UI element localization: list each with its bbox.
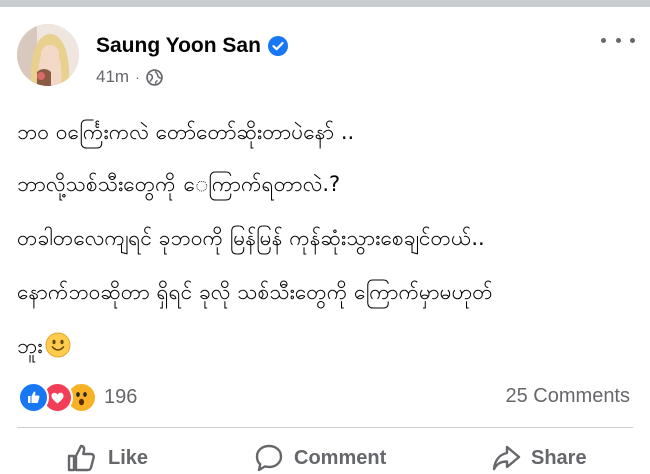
post-line: ဘဝ ဝင်္ကြေးကလဲ တော်တော်ဆိုးတာပဲနော် ..: [17, 120, 355, 144]
thumbs-up-icon: [67, 444, 95, 472]
comment-bubble-icon: [255, 444, 283, 472]
reaction-summary[interactable]: 196: [18, 382, 137, 413]
post-timestamp[interactable]: 41m: [96, 67, 129, 87]
post-line-last: ဘူး: [17, 324, 71, 369]
smiley-emoji-icon: [45, 332, 71, 358]
meta-separator: ·: [135, 69, 140, 85]
post-line: ဘာလို့သစ်သီးတွေကို ေကြာက်ရတာလဲ.?: [17, 172, 341, 196]
post-line: တခါတလေကျရင် ခုဘဝကို မြန်မြန် ကုန်ဆုံးသွာ…: [17, 226, 485, 250]
like-button[interactable]: Like: [66, 443, 148, 473]
top-divider-bar: [0, 0, 650, 7]
comment-count-link[interactable]: 25 Comments: [506, 385, 631, 408]
share-arrow-icon: [492, 445, 521, 471]
post-line-text: ဘူး: [17, 334, 43, 358]
comment-label: Comment: [294, 446, 387, 469]
comment-button[interactable]: Comment: [254, 443, 386, 473]
like-label: Like: [108, 446, 149, 469]
share-label: Share: [531, 446, 587, 469]
like-reaction-icon: [18, 382, 49, 413]
post-line: နောက်ဘဝဆိုတာ ရှိရင် ခုလို သစ်သီးတွေကို က…: [17, 280, 493, 304]
more-options-icon[interactable]: [601, 30, 635, 50]
author-name[interactable]: Saung Yoon San: [96, 34, 261, 58]
actions-divider: [17, 427, 633, 428]
share-button[interactable]: Share: [491, 443, 587, 473]
globe-icon[interactable]: [145, 68, 163, 86]
avatar[interactable]: [17, 24, 79, 86]
verified-badge-icon: [267, 36, 288, 56]
reaction-count[interactable]: 196: [104, 386, 137, 409]
